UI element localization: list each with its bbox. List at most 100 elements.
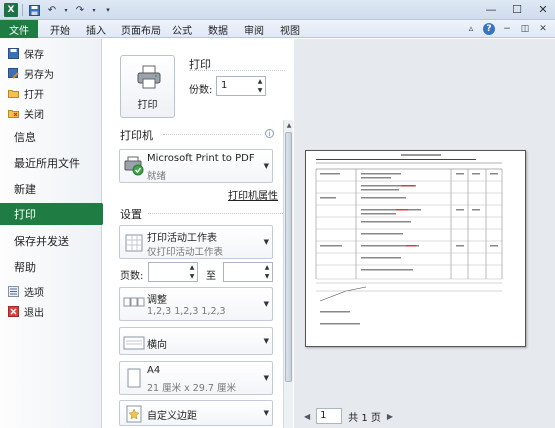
page-navigator: ◀ 1 共 1 页 ▶	[304, 408, 393, 424]
minimize-icon[interactable]: —	[483, 2, 499, 16]
nav-open-label: 打开	[24, 89, 44, 101]
nav-new[interactable]: 新建	[14, 179, 36, 199]
exit-icon	[8, 305, 19, 317]
preview-page	[305, 150, 526, 347]
tab-page-layout[interactable]: 页面布局	[121, 20, 161, 38]
close-icon[interactable]: ✕	[535, 2, 551, 16]
workbook-close-icon[interactable]: ✕	[537, 23, 549, 35]
nav-options[interactable]: 选项	[8, 283, 44, 299]
close-folder-icon	[8, 108, 19, 119]
next-page-icon[interactable]: ▶	[387, 412, 393, 421]
nav-exit[interactable]: 退出	[8, 303, 44, 319]
orientation-dropdown[interactable]: 横向 ▼	[119, 327, 273, 355]
redo-icon[interactable]: ↷	[73, 3, 87, 17]
tab-file[interactable]: 文件	[0, 20, 38, 38]
tab-insert[interactable]: 插入	[86, 20, 106, 38]
pages-from-spinner[interactable]: ▲ ▼	[148, 262, 198, 282]
nav-save[interactable]: 保存	[8, 45, 44, 61]
save-as-icon	[8, 67, 19, 79]
nav-save-send[interactable]: 保存并发送	[14, 231, 69, 251]
tab-data[interactable]: 数据	[208, 20, 228, 38]
ribbon-help-area: ▵ ? − ◫ ✕	[465, 23, 549, 35]
nav-options-label: 选项	[24, 287, 44, 299]
tab-view[interactable]: 视图	[280, 20, 300, 38]
nav-print[interactable]: 打印	[0, 203, 111, 225]
title-bar: X ↶ ▾ ↷ ▾ ▾ — ☐ ✕	[0, 0, 555, 20]
settings-section-title: 设置	[120, 208, 142, 221]
open-folder-icon	[8, 88, 19, 99]
print-preview-pane: ◀ 1 共 1 页 ▶	[294, 39, 555, 428]
copies-spinner-arrows[interactable]: ▲ ▼	[256, 78, 264, 94]
nav-info[interactable]: 信息	[14, 127, 36, 147]
info-icon[interactable]: i	[265, 129, 274, 138]
printer-ready-icon	[124, 156, 144, 176]
previous-page-icon[interactable]: ◀	[304, 412, 310, 421]
printer-icon	[137, 65, 161, 89]
copies-spinner[interactable]: 1 ▲ ▼	[216, 76, 266, 96]
printer-name: Microsoft Print to PDF	[147, 153, 255, 164]
current-page-input[interactable]: 1	[316, 408, 343, 424]
copies-value: 1	[221, 80, 228, 91]
divider	[189, 70, 285, 71]
pages-to-label: 至	[206, 271, 216, 282]
nav-close[interactable]: 关闭	[8, 105, 44, 121]
tab-formulas[interactable]: 公式	[172, 20, 192, 38]
settings-scrollbar[interactable]: ▲	[283, 120, 293, 428]
excel-logo-icon[interactable]: X	[4, 3, 18, 17]
collate-dropdown[interactable]: 调整 1,2,3 1,2,3 1,2,3 ▼	[119, 287, 273, 321]
undo-dropdown-icon[interactable]: ▾	[63, 3, 69, 17]
printer-status: 就绪	[147, 171, 167, 182]
nav-open[interactable]: 打开	[8, 85, 44, 101]
collate-icon	[123, 297, 145, 307]
pages-from-arrows[interactable]: ▲ ▼	[188, 264, 196, 280]
customize-qat-icon[interactable]: ▾	[101, 3, 115, 17]
workbook-minimize-icon[interactable]: −	[501, 23, 513, 35]
printer-properties-link[interactable]: 打印机属性	[228, 187, 278, 202]
chevron-down-icon: ▼	[263, 300, 269, 308]
paper-size-icon	[127, 368, 141, 388]
copies-label: 份数:	[189, 85, 213, 96]
nav-save-as-label: 另存为	[24, 69, 54, 81]
tab-home[interactable]: 开始	[50, 20, 70, 38]
undo-icon[interactable]: ↶	[45, 3, 59, 17]
collapse-ribbon-icon[interactable]: ▵	[465, 23, 477, 35]
help-icon[interactable]: ?	[483, 23, 495, 35]
worksheet-icon	[125, 234, 143, 252]
printer-dropdown[interactable]: Microsoft Print to PDF 就绪 ▼	[119, 149, 273, 183]
margins-dropdown[interactable]: 自定义边距 ▼	[119, 400, 273, 426]
print-button[interactable]: 打印	[120, 55, 175, 118]
workbook-restore-icon[interactable]: ◫	[519, 23, 531, 35]
save-icon[interactable]	[27, 3, 41, 17]
collate-main: 调整	[147, 295, 167, 306]
scroll-up-icon[interactable]: ▲	[284, 120, 294, 130]
scrollbar-thumb[interactable]	[285, 132, 292, 382]
nav-help[interactable]: 帮助	[14, 257, 36, 277]
redo-dropdown-icon[interactable]: ▾	[91, 3, 97, 17]
divider	[148, 213, 285, 214]
qat-separator	[22, 4, 23, 16]
nav-close-label: 关闭	[24, 109, 44, 121]
nav-save-as[interactable]: 另存为	[8, 65, 54, 81]
print-settings-panel: 打印 打印 份数: 1 ▲ ▼ 打印机 i Microsoft Print to …	[103, 39, 293, 428]
page-thumbnail	[315, 154, 503, 325]
backstage-nav: 保存 另存为 打开 关闭 信息 最近所用文件 新建 打印 保存并发送 帮助 选项…	[0, 39, 111, 428]
collate-sub: 1,2,3 1,2,3 1,2,3	[147, 306, 226, 317]
chevron-down-icon: ▼	[263, 238, 269, 246]
save-icon	[8, 47, 19, 59]
quick-access-toolbar: X ↶ ▾ ↷ ▾ ▾	[4, 2, 115, 18]
paper-size-main: A4	[147, 365, 161, 376]
pages-to-spinner[interactable]: ▲ ▼	[223, 262, 273, 282]
window-controls: — ☐ ✕	[483, 2, 551, 16]
print-scope-sub: 仅打印活动工作表	[147, 247, 224, 258]
divider	[163, 134, 261, 135]
chevron-down-icon: ▼	[263, 162, 269, 170]
pages-to-arrows[interactable]: ▲ ▼	[263, 264, 271, 280]
landscape-icon	[123, 336, 145, 350]
paper-size-dropdown[interactable]: A4 21 厘米 x 29.7 厘米 ▼	[119, 361, 273, 395]
print-scope-dropdown[interactable]: 打印活动工作表 仅打印活动工作表 ▼	[119, 225, 273, 259]
maximize-icon[interactable]: ☐	[509, 2, 525, 16]
printer-section-title: 打印机	[120, 129, 153, 142]
tab-review[interactable]: 审阅	[244, 20, 264, 38]
nav-save-label: 保存	[24, 49, 44, 61]
nav-recent[interactable]: 最近所用文件	[14, 153, 80, 173]
